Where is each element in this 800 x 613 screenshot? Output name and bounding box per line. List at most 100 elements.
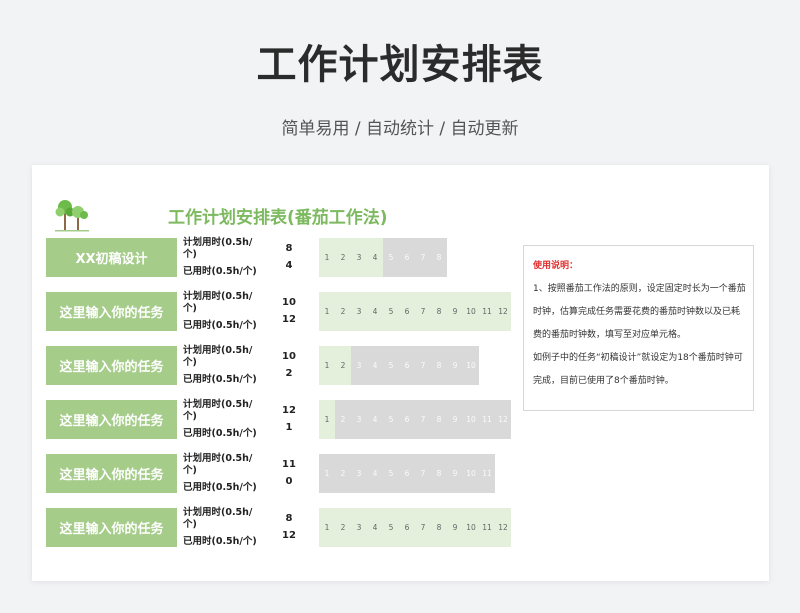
pomodoro-slot-used: 2	[335, 292, 351, 331]
pomodoro-slot-used: 3	[351, 508, 367, 547]
pomodoro-slot-used: 9	[447, 292, 463, 331]
pomodoro-slots: 1 2 3 4 5 6 7 8 9 10 11 12	[319, 400, 511, 439]
pomodoro-slot-used: 7	[415, 292, 431, 331]
pomodoro-slot-remaining: 9	[447, 400, 463, 439]
pomodoro-slot-used: 2	[335, 346, 351, 385]
pomodoro-slot-remaining: 2	[335, 454, 351, 493]
used-value-cell[interactable]: 2	[259, 368, 319, 380]
used-label: 已用时(0.5h/个)	[183, 428, 257, 439]
pomodoro-slot-used: 3	[351, 292, 367, 331]
pomodoro-slot-remaining: 3	[351, 454, 367, 493]
pomodoro-slot-used: 1	[319, 508, 335, 547]
instructions-body: 1、按照番茄工作法的原则，设定固定时长为一个番茄时钟，估算完成任务需要花费的番茄…	[533, 278, 747, 393]
used-label: 已用时(0.5h/个)	[183, 536, 257, 547]
pomodoro-slot-remaining: 5	[383, 346, 399, 385]
pomodoro-slot-remaining: 8	[431, 346, 447, 385]
pomodoro-slot-used: 4	[367, 238, 383, 277]
planned-value-cell[interactable]: 8	[259, 243, 319, 255]
pomodoro-slot-remaining: 6	[399, 346, 415, 385]
pomodoro-slot-remaining: 4	[367, 400, 383, 439]
pomodoro-slot-remaining: 9	[447, 346, 463, 385]
pomodoro-slots: 1 2 3 4 5 6 7 8 9 10	[319, 346, 479, 385]
task-name-cell[interactable]: 这里输入你的任务	[46, 292, 177, 331]
page-subtitle: 简单易用 / 自动统计 / 自动更新	[281, 119, 519, 139]
trees-icon	[55, 200, 89, 232]
pomodoro-slot-used: 1	[319, 400, 335, 439]
used-label: 已用时(0.5h/个)	[183, 266, 257, 277]
task-name-cell[interactable]: 这里输入你的任务	[46, 346, 177, 385]
used-value-cell[interactable]: 1	[259, 422, 319, 434]
pomodoro-slot-used: 7	[415, 508, 431, 547]
pomodoro-slot-remaining: 10	[463, 454, 479, 493]
planned-value-cell[interactable]: 12	[259, 405, 319, 417]
task-values: 10 12	[259, 292, 319, 331]
pomodoro-slot-remaining: 6	[399, 400, 415, 439]
pomodoro-slot-remaining: 5	[383, 454, 399, 493]
pomodoro-slot-remaining: 5	[383, 400, 399, 439]
page-title: 工作计划安排表	[256, 42, 544, 88]
pomodoro-slot-remaining: 7	[415, 454, 431, 493]
spreadsheet-card: 工作计划安排表(番茄工作法) XX初稿设计 计划用时(0.5h/个) 已用时(0.5…	[32, 165, 769, 581]
pomodoro-slot-used: 3	[351, 238, 367, 277]
instructions-paragraph: 如例子中的任务“初稿设计”就设定为18个番茄时钟可完成，目前已使用了8个番茄时钟…	[533, 353, 743, 386]
task-labels: 计划用时(0.5h/个) 已用时(0.5h/个)	[177, 453, 259, 493]
task-labels: 计划用时(0.5h/个) 已用时(0.5h/个)	[177, 291, 259, 331]
pomodoro-slot-remaining: 6	[399, 238, 415, 277]
pomodoro-slot-used: 11	[479, 292, 495, 331]
pomodoro-slot-used: 1	[319, 346, 335, 385]
pomodoro-slot-used: 6	[399, 508, 415, 547]
pomodoro-slot-used: 10	[463, 508, 479, 547]
planned-value-cell[interactable]: 10	[259, 297, 319, 309]
used-value-cell[interactable]: 4	[259, 260, 319, 272]
planned-label: 计划用时(0.5h/个)	[183, 237, 253, 260]
used-value-cell[interactable]: 12	[259, 314, 319, 326]
used-label: 已用时(0.5h/个)	[183, 482, 257, 493]
instructions-box: 使用说明： 1、按照番茄工作法的原则，设定固定时长为一个番茄时钟，估算完成任务需…	[523, 245, 754, 411]
pomodoro-slots: 1 2 3 4 5 6 7 8 9 10 11	[319, 454, 495, 493]
task-labels: 计划用时(0.5h/个) 已用时(0.5h/个)	[177, 399, 259, 439]
planned-value-cell[interactable]: 10	[259, 351, 319, 363]
pomodoro-slots: 12345678	[319, 238, 447, 277]
pomodoro-slot-used: 4	[367, 508, 383, 547]
pomodoro-slot-used: 6	[399, 292, 415, 331]
pomodoro-slot-remaining: 9	[447, 454, 463, 493]
planned-value-cell[interactable]: 11	[259, 459, 319, 471]
pomodoro-slot-used: 8	[431, 292, 447, 331]
pomodoro-slot-remaining: 8	[431, 400, 447, 439]
pomodoro-slot-remaining: 11	[479, 454, 495, 493]
pomodoro-slot-remaining: 7	[415, 238, 431, 277]
pomodoro-slot-remaining: 4	[367, 346, 383, 385]
used-value-cell[interactable]: 0	[259, 476, 319, 488]
pomodoro-slot-used: 8	[431, 508, 447, 547]
task-name-cell[interactable]: 这里输入你的任务	[46, 400, 177, 439]
planned-label: 计划用时(0.5h/个)	[183, 507, 253, 530]
pomodoro-slot-remaining: 8	[431, 238, 447, 277]
planned-label: 计划用时(0.5h/个)	[183, 291, 253, 314]
task-name-cell[interactable]: 这里输入你的任务	[46, 454, 177, 493]
pomodoro-slot-remaining: 7	[415, 346, 431, 385]
pomodoro-slot-remaining: 1	[319, 454, 335, 493]
pomodoro-slot-remaining: 10	[463, 346, 479, 385]
pomodoro-slot-used: 2	[335, 238, 351, 277]
pomodoro-slot-remaining: 3	[351, 400, 367, 439]
pomodoro-slot-remaining: 10	[463, 400, 479, 439]
pomodoro-slot-used: 1	[319, 292, 335, 331]
task-labels: 计划用时(0.5h/个) 已用时(0.5h/个)	[177, 345, 259, 385]
task-name-cell[interactable]: XX初稿设计	[46, 238, 177, 277]
pomodoro-slot-used: 2	[335, 508, 351, 547]
used-label: 已用时(0.5h/个)	[183, 374, 257, 385]
sheet-title: 工作计划安排表(番茄工作法)	[168, 208, 388, 228]
task-labels: 计划用时(0.5h/个) 已用时(0.5h/个)	[177, 507, 259, 547]
instructions-heading: 使用说明：	[533, 261, 579, 271]
pomodoro-slot-remaining: 6	[399, 454, 415, 493]
used-value-cell[interactable]: 12	[259, 530, 319, 542]
task-name-cell[interactable]: 这里输入你的任务	[46, 508, 177, 547]
planned-label: 计划用时(0.5h/个)	[183, 453, 253, 476]
task-labels: 计划用时(0.5h/个) 已用时(0.5h/个)	[177, 237, 259, 277]
planned-value-cell[interactable]: 8	[259, 513, 319, 525]
planned-label: 计划用时(0.5h/个)	[183, 345, 253, 368]
task-values: 10 2	[259, 346, 319, 385]
pomodoro-slot-remaining: 4	[367, 454, 383, 493]
pomodoro-slot-remaining: 12	[495, 400, 511, 439]
task-values: 11 0	[259, 454, 319, 493]
